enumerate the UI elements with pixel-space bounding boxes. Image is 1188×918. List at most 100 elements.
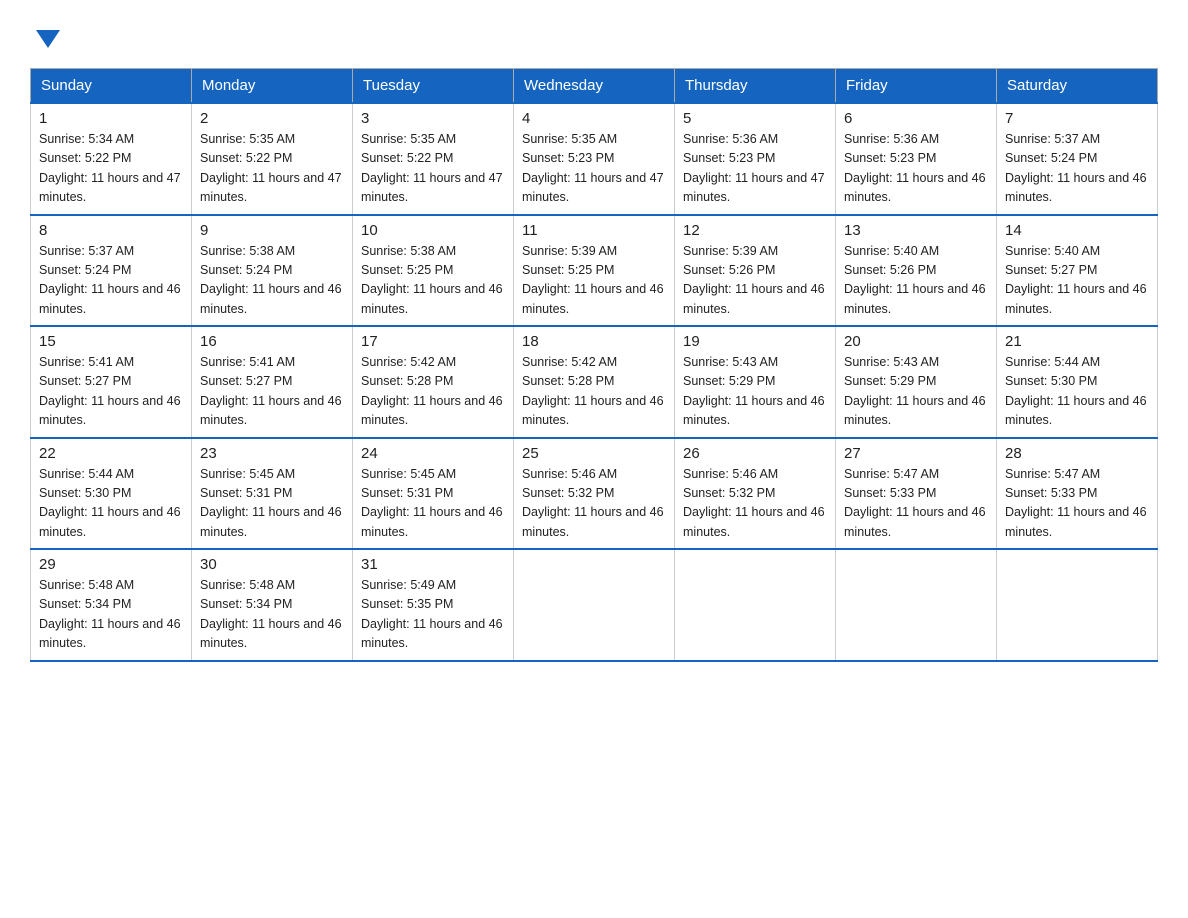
day-info: Sunrise: 5:34 AMSunset: 5:22 PMDaylight:… xyxy=(39,130,183,208)
day-number: 19 xyxy=(683,333,827,350)
day-number: 10 xyxy=(361,222,505,239)
calendar-cell: 12 Sunrise: 5:39 AMSunset: 5:26 PMDayligh… xyxy=(675,215,836,327)
calendar-cell: 22 Sunrise: 5:44 AMSunset: 5:30 PMDayligh… xyxy=(31,438,192,550)
day-info: Sunrise: 5:39 AMSunset: 5:25 PMDaylight:… xyxy=(522,242,666,320)
day-number: 22 xyxy=(39,445,183,462)
calendar-week-row: 8 Sunrise: 5:37 AMSunset: 5:24 PMDaylight… xyxy=(31,215,1158,327)
logo xyxy=(30,30,60,48)
day-number: 30 xyxy=(200,556,344,573)
calendar-cell: 29 Sunrise: 5:48 AMSunset: 5:34 PMDayligh… xyxy=(31,549,192,661)
calendar-week-row: 29 Sunrise: 5:48 AMSunset: 5:34 PMDayligh… xyxy=(31,549,1158,661)
day-number: 23 xyxy=(200,445,344,462)
day-number: 27 xyxy=(844,445,988,462)
day-info: Sunrise: 5:43 AMSunset: 5:29 PMDaylight:… xyxy=(844,353,988,431)
day-number: 12 xyxy=(683,222,827,239)
day-info: Sunrise: 5:42 AMSunset: 5:28 PMDaylight:… xyxy=(361,353,505,431)
calendar-cell: 27 Sunrise: 5:47 AMSunset: 5:33 PMDayligh… xyxy=(836,438,997,550)
calendar-cell: 9Sunrise: 5:38 AMSunset: 5:24 PMDaylight… xyxy=(192,215,353,327)
day-info: Sunrise: 5:48 AMSunset: 5:34 PMDaylight:… xyxy=(200,576,344,654)
calendar-cell: 1 Sunrise: 5:34 AMSunset: 5:22 PMDaylight… xyxy=(31,103,192,215)
day-info: Sunrise: 5:39 AMSunset: 5:26 PMDaylight:… xyxy=(683,242,827,320)
calendar-cell: 16 Sunrise: 5:41 AMSunset: 5:27 PMDayligh… xyxy=(192,326,353,438)
day-info: Sunrise: 5:44 AMSunset: 5:30 PMDaylight:… xyxy=(39,465,183,543)
day-info: Sunrise: 5:36 AMSunset: 5:23 PMDaylight:… xyxy=(683,130,827,208)
day-number: 4 xyxy=(522,110,666,127)
calendar-cell: 5Sunrise: 5:36 AMSunset: 5:23 PMDaylight… xyxy=(675,103,836,215)
calendar-week-row: 1 Sunrise: 5:34 AMSunset: 5:22 PMDaylight… xyxy=(31,103,1158,215)
weekday-header-tuesday: Tuesday xyxy=(353,69,514,104)
calendar-cell: 3 Sunrise: 5:35 AMSunset: 5:22 PMDaylight… xyxy=(353,103,514,215)
day-info: Sunrise: 5:42 AMSunset: 5:28 PMDaylight:… xyxy=(522,353,666,431)
day-info: Sunrise: 5:45 AMSunset: 5:31 PMDaylight:… xyxy=(200,465,344,543)
weekday-header-friday: Friday xyxy=(836,69,997,104)
calendar-cell: 31 Sunrise: 5:49 AMSunset: 5:35 PMDayligh… xyxy=(353,549,514,661)
logo-triangle-icon xyxy=(36,30,60,48)
day-number: 26 xyxy=(683,445,827,462)
day-info: Sunrise: 5:48 AMSunset: 5:34 PMDaylight:… xyxy=(39,576,183,654)
day-info: Sunrise: 5:35 AMSunset: 5:22 PMDaylight:… xyxy=(200,130,344,208)
day-info: Sunrise: 5:37 AMSunset: 5:24 PMDaylight:… xyxy=(39,242,183,320)
calendar-cell: 15Sunrise: 5:41 AMSunset: 5:27 PMDayligh… xyxy=(31,326,192,438)
day-info: Sunrise: 5:40 AMSunset: 5:27 PMDaylight:… xyxy=(1005,242,1149,320)
weekday-header-monday: Monday xyxy=(192,69,353,104)
calendar-cell: 20Sunrise: 5:43 AMSunset: 5:29 PMDayligh… xyxy=(836,326,997,438)
weekday-header-wednesday: Wednesday xyxy=(514,69,675,104)
calendar-cell: 28 Sunrise: 5:47 AMSunset: 5:33 PMDayligh… xyxy=(997,438,1158,550)
page-header xyxy=(30,20,1158,48)
calendar-cell: 6 Sunrise: 5:36 AMSunset: 5:23 PMDaylight… xyxy=(836,103,997,215)
day-number: 14 xyxy=(1005,222,1149,239)
calendar-cell: 11Sunrise: 5:39 AMSunset: 5:25 PMDayligh… xyxy=(514,215,675,327)
calendar-cell: 23 Sunrise: 5:45 AMSunset: 5:31 PMDayligh… xyxy=(192,438,353,550)
calendar-cell: 25Sunrise: 5:46 AMSunset: 5:32 PMDayligh… xyxy=(514,438,675,550)
day-info: Sunrise: 5:36 AMSunset: 5:23 PMDaylight:… xyxy=(844,130,988,208)
calendar-table: SundayMondayTuesdayWednesdayThursdayFrid… xyxy=(30,68,1158,662)
day-info: Sunrise: 5:45 AMSunset: 5:31 PMDaylight:… xyxy=(361,465,505,543)
day-number: 9 xyxy=(200,222,344,239)
day-number: 21 xyxy=(1005,333,1149,350)
day-number: 28 xyxy=(1005,445,1149,462)
calendar-cell: 14 Sunrise: 5:40 AMSunset: 5:27 PMDayligh… xyxy=(997,215,1158,327)
day-info: Sunrise: 5:46 AMSunset: 5:32 PMDaylight:… xyxy=(683,465,827,543)
day-info: Sunrise: 5:49 AMSunset: 5:35 PMDaylight:… xyxy=(361,576,505,654)
day-info: Sunrise: 5:37 AMSunset: 5:24 PMDaylight:… xyxy=(1005,130,1149,208)
calendar-week-row: 22 Sunrise: 5:44 AMSunset: 5:30 PMDayligh… xyxy=(31,438,1158,550)
calendar-cell: 8 Sunrise: 5:37 AMSunset: 5:24 PMDaylight… xyxy=(31,215,192,327)
day-info: Sunrise: 5:41 AMSunset: 5:27 PMDaylight:… xyxy=(39,353,183,431)
day-number: 6 xyxy=(844,110,988,127)
day-info: Sunrise: 5:47 AMSunset: 5:33 PMDaylight:… xyxy=(844,465,988,543)
day-number: 7 xyxy=(1005,110,1149,127)
day-number: 31 xyxy=(361,556,505,573)
calendar-cell xyxy=(514,549,675,661)
day-number: 8 xyxy=(39,222,183,239)
calendar-cell xyxy=(997,549,1158,661)
calendar-week-row: 15Sunrise: 5:41 AMSunset: 5:27 PMDayligh… xyxy=(31,326,1158,438)
day-number: 1 xyxy=(39,110,183,127)
calendar-cell: 17 Sunrise: 5:42 AMSunset: 5:28 PMDayligh… xyxy=(353,326,514,438)
calendar-cell xyxy=(675,549,836,661)
day-number: 17 xyxy=(361,333,505,350)
day-info: Sunrise: 5:47 AMSunset: 5:33 PMDaylight:… xyxy=(1005,465,1149,543)
calendar-cell xyxy=(836,549,997,661)
calendar-cell: 4 Sunrise: 5:35 AMSunset: 5:23 PMDaylight… xyxy=(514,103,675,215)
weekday-header-saturday: Saturday xyxy=(997,69,1158,104)
calendar-cell: 19 Sunrise: 5:43 AMSunset: 5:29 PMDayligh… xyxy=(675,326,836,438)
day-number: 16 xyxy=(200,333,344,350)
day-info: Sunrise: 5:35 AMSunset: 5:23 PMDaylight:… xyxy=(522,130,666,208)
calendar-cell: 7 Sunrise: 5:37 AMSunset: 5:24 PMDaylight… xyxy=(997,103,1158,215)
day-number: 29 xyxy=(39,556,183,573)
calendar-cell: 13Sunrise: 5:40 AMSunset: 5:26 PMDayligh… xyxy=(836,215,997,327)
calendar-cell: 24Sunrise: 5:45 AMSunset: 5:31 PMDayligh… xyxy=(353,438,514,550)
calendar-cell: 10 Sunrise: 5:38 AMSunset: 5:25 PMDayligh… xyxy=(353,215,514,327)
day-info: Sunrise: 5:46 AMSunset: 5:32 PMDaylight:… xyxy=(522,465,666,543)
logo-blue-text xyxy=(30,30,60,48)
calendar-cell: 26 Sunrise: 5:46 AMSunset: 5:32 PMDayligh… xyxy=(675,438,836,550)
day-info: Sunrise: 5:41 AMSunset: 5:27 PMDaylight:… xyxy=(200,353,344,431)
day-number: 2 xyxy=(200,110,344,127)
day-number: 3 xyxy=(361,110,505,127)
day-number: 13 xyxy=(844,222,988,239)
weekday-header-thursday: Thursday xyxy=(675,69,836,104)
day-info: Sunrise: 5:35 AMSunset: 5:22 PMDaylight:… xyxy=(361,130,505,208)
weekday-header-row: SundayMondayTuesdayWednesdayThursdayFrid… xyxy=(31,69,1158,104)
day-info: Sunrise: 5:38 AMSunset: 5:25 PMDaylight:… xyxy=(361,242,505,320)
day-info: Sunrise: 5:43 AMSunset: 5:29 PMDaylight:… xyxy=(683,353,827,431)
